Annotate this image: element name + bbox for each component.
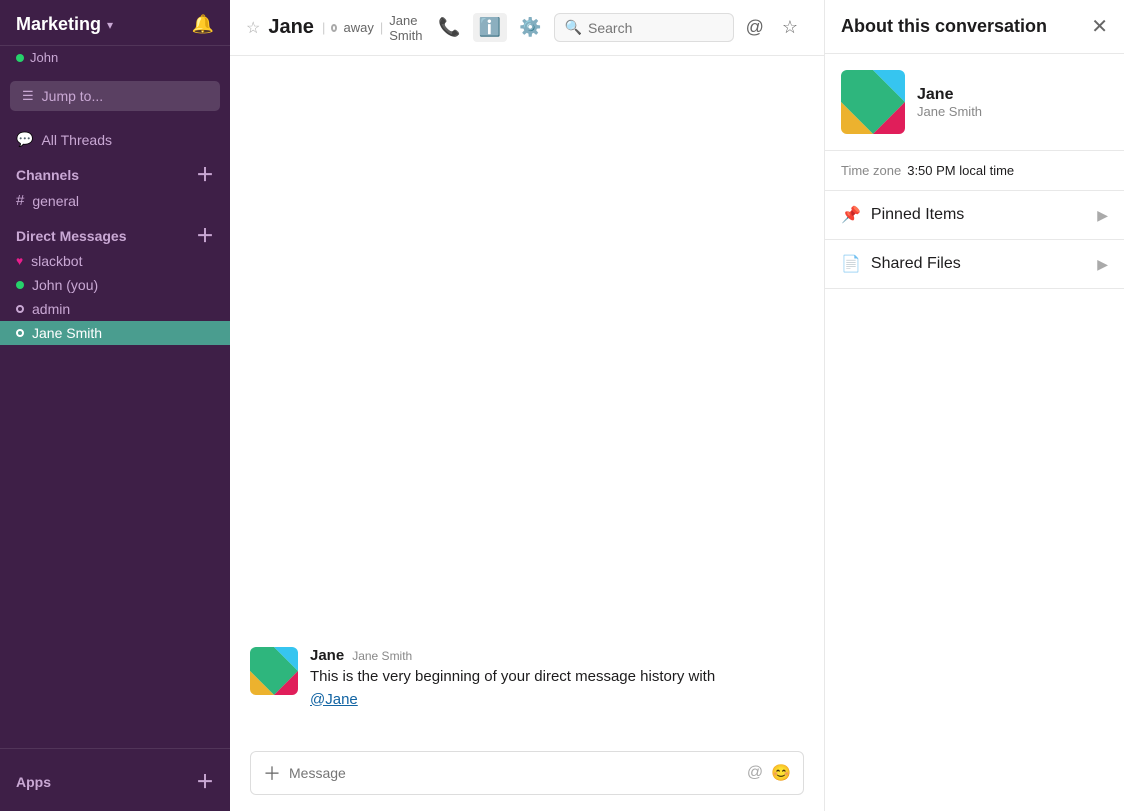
bookmark-button[interactable]: ☆ [776, 13, 804, 42]
panel-header: About this conversation ✕ [825, 0, 1124, 54]
channels-label: Channels [16, 167, 79, 183]
mention-button[interactable]: @ [740, 13, 770, 42]
status-text: away [343, 20, 373, 35]
chevron-right-icon: ▶ [1097, 207, 1108, 224]
pin-icon: 📌 [841, 205, 861, 225]
sidebar-item-all-threads[interactable]: 💬 All Threads [0, 127, 230, 152]
main-content: ☆ Jane | away | Jane Smith 📞 ℹ️ ⚙️ 🔍 @ ☆… [230, 0, 824, 811]
sidebar-item-slackbot[interactable]: ♥ slackbot [0, 249, 230, 273]
sidebar-item-general[interactable]: # general [0, 188, 230, 213]
dm-john-label: John (you) [32, 277, 98, 293]
dm-section-header: Direct Messages ＋ [0, 213, 230, 249]
mention-input-button[interactable]: @ [747, 764, 763, 782]
avatar [250, 647, 298, 695]
bell-icon[interactable]: 🔔 [192, 14, 214, 35]
active-status-dot [16, 281, 24, 289]
chat-area: Jane Jane Smith This is the very beginni… [230, 56, 824, 739]
away-status-dot [16, 305, 24, 313]
message-mention[interactable]: @Jane [310, 691, 358, 708]
workspace-name-area[interactable]: Marketing ▾ [16, 14, 113, 35]
header-status-area: | away | Jane Smith [322, 13, 424, 43]
hash-icon: # [16, 192, 24, 209]
jump-to-text: Jump to... [42, 88, 103, 104]
main-header: ☆ Jane | away | Jane Smith 📞 ℹ️ ⚙️ 🔍 @ ☆… [230, 0, 824, 56]
channels-section-header: Channels ＋ [0, 152, 230, 188]
user-name-label: John [30, 50, 58, 65]
conversation-title: Jane [268, 16, 314, 39]
search-input[interactable] [588, 20, 708, 36]
workspace-chevron-icon: ▾ [107, 18, 113, 32]
panel-user-info: Jane Jane Smith [917, 86, 982, 119]
apps-section-header: Apps ＋ [0, 759, 230, 795]
add-dm-button[interactable]: ＋ [196, 227, 214, 245]
chevron-right-files-icon: ▶ [1097, 256, 1108, 273]
message-text: This is the very beginning of your direc… [310, 666, 804, 711]
search-box[interactable]: 🔍 [554, 13, 734, 42]
dm-admin-label: admin [32, 301, 70, 317]
dm-jane-label: Jane Smith [32, 325, 102, 341]
add-app-button[interactable]: ＋ [196, 773, 214, 791]
input-icons: @ 😊 [747, 763, 791, 783]
sidebar-item-admin[interactable]: admin [0, 297, 230, 321]
message-sender-row: Jane Jane Smith [310, 647, 804, 664]
add-channel-button[interactable]: ＋ [196, 166, 214, 184]
call-button[interactable]: 📞 [432, 13, 466, 42]
pinned-items-row[interactable]: 📌 Pinned Items ▶ [825, 191, 1124, 239]
sidebar-nav: 💬 All Threads Channels ＋ # general Direc… [0, 117, 230, 748]
emoji-button[interactable]: 😊 [771, 763, 791, 783]
attach-button[interactable]: ＋ [263, 760, 281, 786]
shared-files-row[interactable]: 📄 Shared Files ▶ [825, 240, 1124, 288]
threads-icon: 💬 [16, 131, 33, 148]
pinned-items-label: Pinned Items [871, 206, 964, 224]
panel-avatar [841, 70, 905, 134]
more-options-button[interactable]: ⋮ [810, 13, 824, 42]
panel-user-subname: Jane Smith [917, 104, 982, 119]
timezone-label: Time zone [841, 163, 901, 178]
message-sender-name: Jane [310, 647, 344, 664]
sidebar-item-jane-smith[interactable]: Jane Smith [0, 321, 230, 345]
pinned-items-section: 📌 Pinned Items ▶ [825, 191, 1124, 240]
current-user: John [0, 46, 230, 75]
away-status-dot-jane [16, 329, 24, 337]
message-sender-subname: Jane Smith [352, 649, 412, 663]
star-icon[interactable]: ☆ [246, 18, 260, 38]
shared-files-label: Shared Files [871, 255, 961, 273]
panel-title: About this conversation [841, 16, 1047, 37]
search-icon: 🔍 [565, 19, 582, 36]
away-indicator [331, 24, 337, 32]
sidebar: Marketing ▾ 🔔 John ☰ Jump to... 💬 All Th… [0, 0, 230, 811]
apps-label: Apps [16, 774, 51, 790]
right-panel: About this conversation ✕ Jane Jane Smit… [824, 0, 1124, 811]
sidebar-header: Marketing ▾ 🔔 [0, 0, 230, 46]
message-input-box: ＋ @ 😊 [250, 751, 804, 795]
jump-to-button[interactable]: ☰ Jump to... [10, 81, 220, 111]
dm-label: Direct Messages [16, 228, 127, 244]
channel-general-label: general [32, 193, 79, 209]
shared-files-section: 📄 Shared Files ▶ [825, 240, 1124, 289]
message-content: Jane Jane Smith This is the very beginni… [310, 647, 804, 711]
all-threads-label: All Threads [41, 132, 112, 148]
file-icon: 📄 [841, 254, 861, 274]
jump-to-icon: ☰ [22, 88, 34, 104]
message-text-before: This is the very beginning of your direc… [310, 668, 715, 685]
panel-timezone: Time zone 3:50 PM local time [825, 151, 1124, 191]
input-area: ＋ @ 😊 [230, 739, 824, 811]
panel-profile: Jane Jane Smith [825, 54, 1124, 151]
dm-slackbot-label: slackbot [31, 253, 82, 269]
message-input[interactable] [289, 765, 739, 781]
workspace-title: Marketing [16, 14, 101, 35]
message-bubble: Jane Jane Smith This is the very beginni… [250, 639, 804, 719]
sidebar-item-john[interactable]: John (you) [0, 273, 230, 297]
header-actions: 📞 ℹ️ ⚙️ 🔍 @ ☆ ⋮ [432, 13, 824, 42]
user-status-dot [16, 54, 24, 62]
chat-intro: Jane Jane Smith This is the very beginni… [250, 619, 804, 739]
settings-button[interactable]: ⚙️ [513, 13, 547, 42]
header-user-name: Jane Smith [389, 13, 424, 43]
heart-icon: ♥ [16, 254, 23, 268]
panel-user-name: Jane [917, 86, 982, 104]
panel-close-button[interactable]: ✕ [1091, 14, 1108, 39]
sidebar-bottom: Apps ＋ [0, 748, 230, 811]
timezone-value: 3:50 PM local time [907, 163, 1014, 178]
info-button[interactable]: ℹ️ [473, 13, 507, 42]
